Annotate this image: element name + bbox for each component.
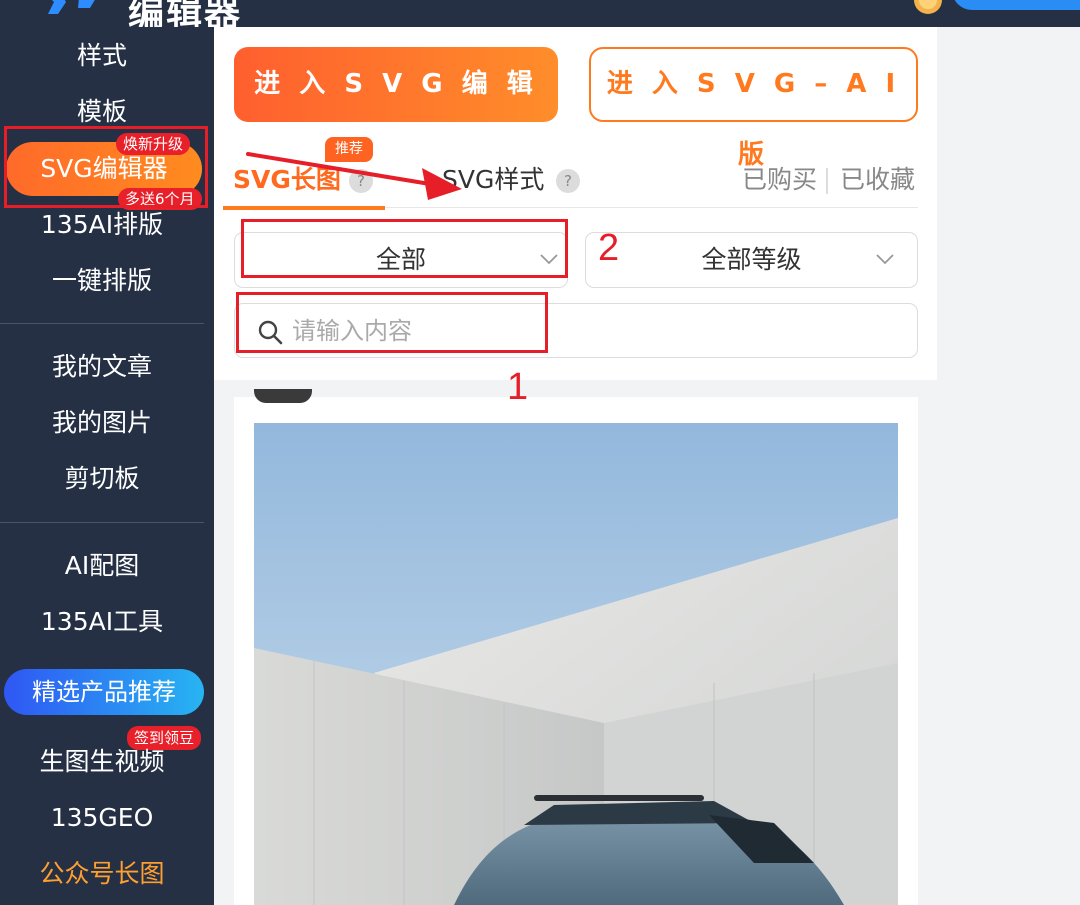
card-tag [254,389,312,403]
sidebar-item-styles[interactable]: 样式 [0,41,204,71]
sidebar-item-135geo[interactable]: 135GEO [0,803,204,833]
sidebar-item-my-images[interactable]: 我的图片 [0,408,204,438]
annotation-label-2: 2 [598,227,620,269]
login-button[interactable] [952,0,1080,10]
annotation-label-1: 1 [507,366,529,408]
logo-text: 编辑器 [128,0,243,27]
sidebar-item-my-articles[interactable]: 我的文章 [0,352,204,382]
featured-products-button[interactable]: 精选产品推荐 [4,669,204,715]
chevron-down-icon [876,254,894,265]
top-header: 编辑器 [0,0,1080,27]
logo-icon [48,0,95,14]
vip-medal-icon [914,0,942,14]
sidebar-item-135ai-tools[interactable]: 135AI工具 [0,607,204,637]
enter-svg-ai-button[interactable]: 进 入 S V G – A I 版 [589,47,918,170]
annotation-box-svg-editor [4,126,208,208]
sidebar-divider [0,522,204,523]
annotation-box-category [241,219,568,278]
sidebar-item-templates[interactable]: 模板 [0,97,204,127]
level-select[interactable]: 全部等级 [585,232,918,288]
sidebar-divider [0,323,204,324]
sidebar-item-ai-images[interactable]: AI配图 [0,551,204,581]
sidebar-item-long-image[interactable]: 公众号长图 [0,859,204,889]
favorites-link[interactable]: 已收藏 [840,165,915,195]
sidebar-item-image-video[interactable]: 生图生视频 [0,747,204,777]
sidebar-item-one-click-layout[interactable]: 一键排版 [0,266,204,296]
purchased-link[interactable]: 已购买 [742,165,817,195]
sidebar-item-135ai-layout[interactable]: 135AI排版 [0,210,204,240]
level-select-value: 全部等级 [701,245,802,274]
template-preview-image[interactable] [254,423,898,905]
sidebar-item-clipboard[interactable]: 剪切板 [0,464,204,494]
annotation-box-search [236,292,548,353]
enter-svg-editor-button[interactable]: 进 入 S V G 编 辑 器 [234,47,558,174]
annotation-arrow [246,152,462,200]
link-divider [826,168,828,194]
help-icon[interactable]: ? [556,169,580,193]
